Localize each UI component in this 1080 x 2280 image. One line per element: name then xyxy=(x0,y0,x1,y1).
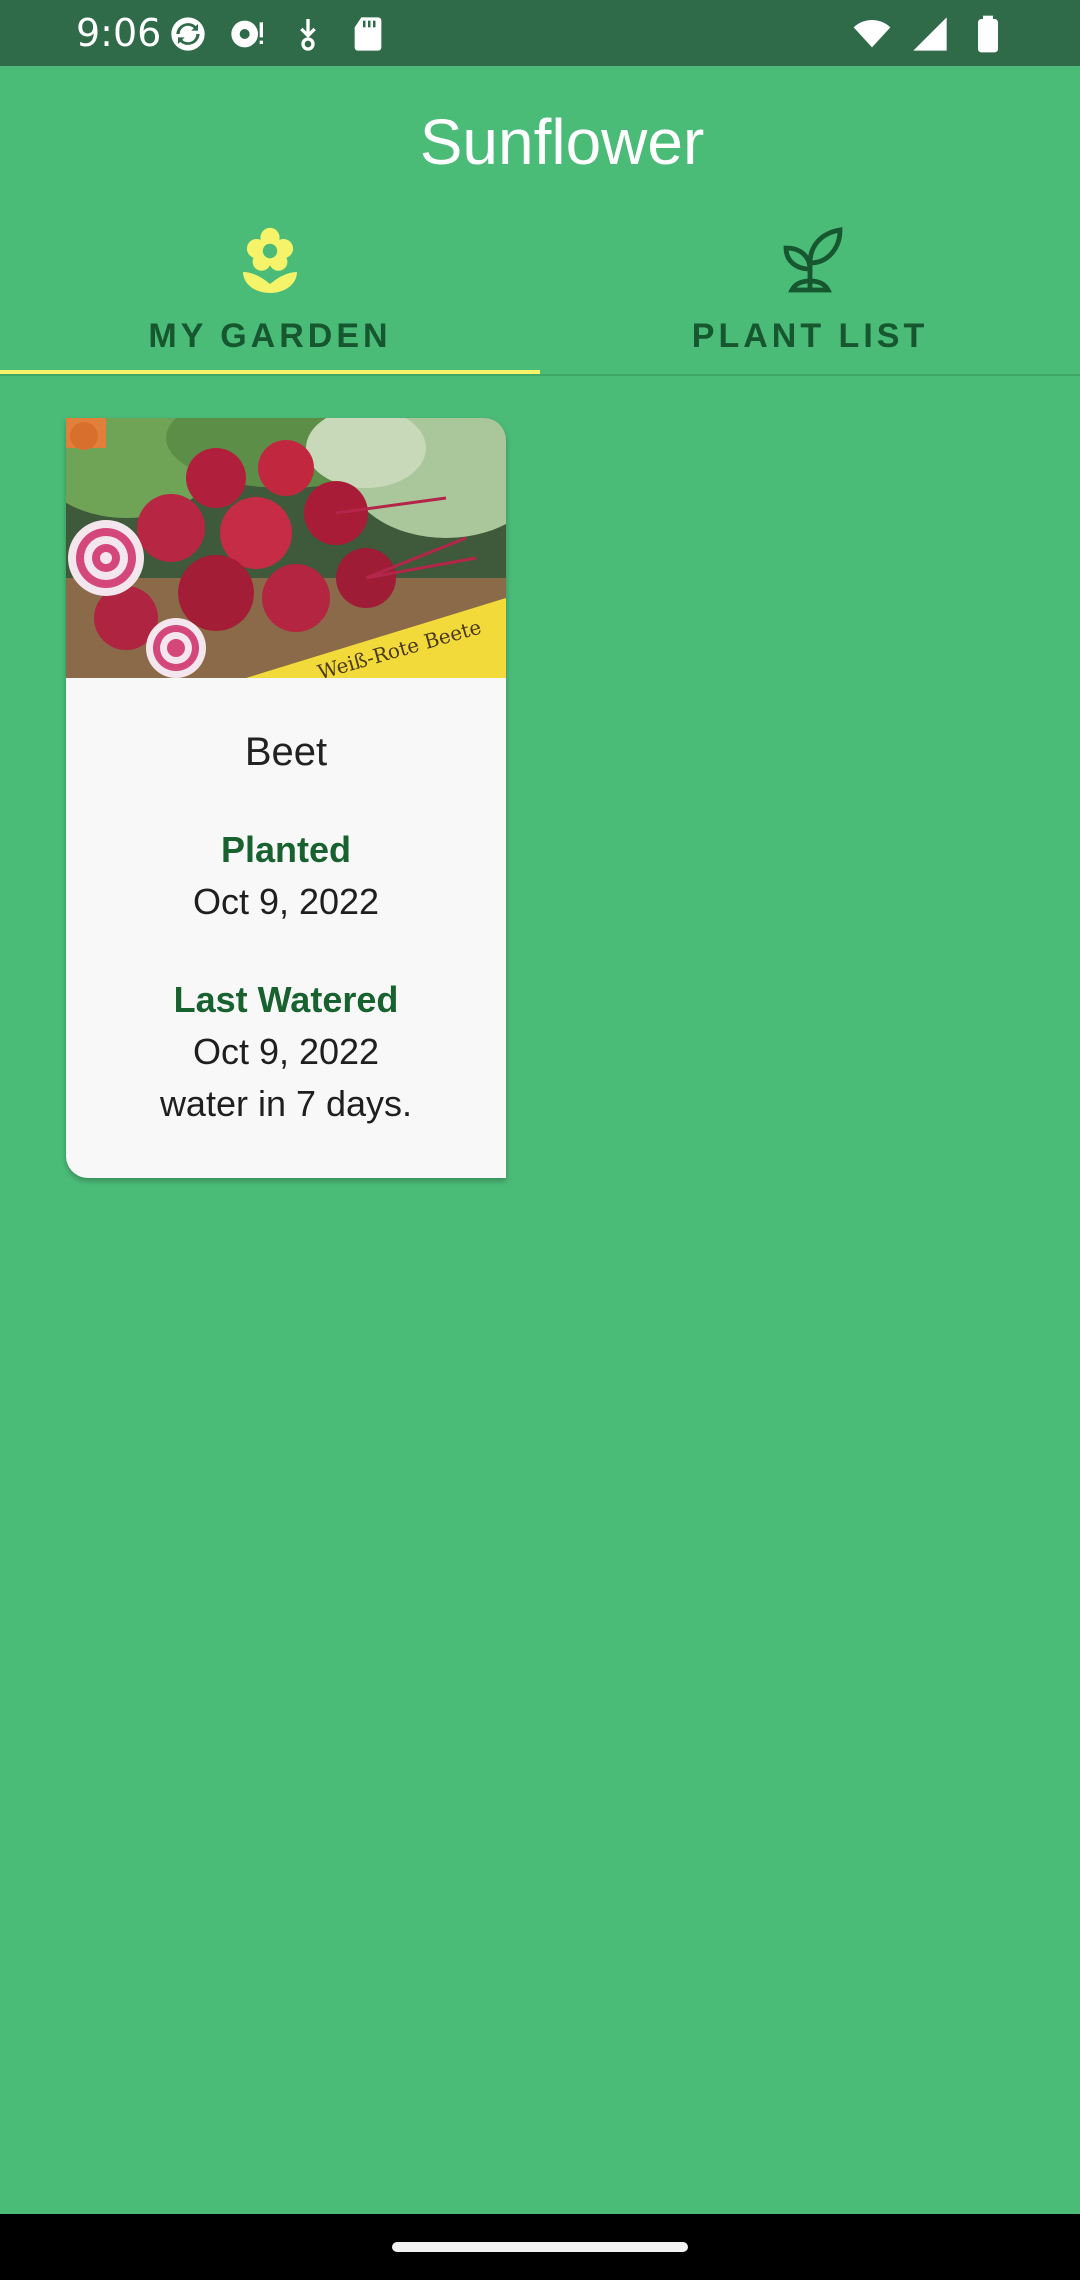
status-icons-left xyxy=(168,14,388,54)
status-bar: 9:06 xyxy=(0,0,1080,66)
sd-card-icon xyxy=(354,17,382,51)
tab-label-my-garden: MY GARDEN xyxy=(148,317,392,355)
water-schedule: water in 7 days. xyxy=(159,1083,413,1124)
planted-label: Planted xyxy=(220,829,352,870)
tab-my-garden[interactable]: MY GARDEN xyxy=(0,214,540,376)
home-gesture-handle[interactable] xyxy=(392,2242,688,2252)
download-icon xyxy=(300,19,316,51)
app-header: Sunflower MY GARDEN PLANT LIST xyxy=(0,66,1080,376)
tab-label-plant-list: PLANT LIST xyxy=(691,317,929,355)
status-time: 9:06 xyxy=(76,11,162,55)
last-watered-date: Oct 9, 2022 xyxy=(192,1031,380,1072)
plant-card-beet[interactable]: Weiß-Rote Beete Beet Planted Oct 9, 2022… xyxy=(66,418,506,1178)
sprout-icon xyxy=(783,227,843,293)
media-icon xyxy=(231,20,263,48)
cell-signal-icon xyxy=(913,17,947,51)
battery-icon xyxy=(978,15,998,53)
sync-icon xyxy=(171,17,205,51)
header-divider xyxy=(0,374,1080,376)
planted-date: Oct 9, 2022 xyxy=(192,881,380,922)
tab-plant-list[interactable]: PLANT LIST xyxy=(540,214,1080,376)
wifi-icon xyxy=(853,20,891,48)
beet-photo: Weiß-Rote Beete xyxy=(66,418,506,678)
plant-name: Beet xyxy=(244,730,328,774)
flower-icon xyxy=(243,227,297,293)
last-watered-label: Last Watered xyxy=(173,979,399,1020)
tab-bar: MY GARDEN PLANT LIST xyxy=(0,214,1080,376)
status-icons-right xyxy=(852,14,1008,54)
navigation-bar xyxy=(0,2214,1080,2280)
app-title: Sunflower xyxy=(419,106,705,178)
